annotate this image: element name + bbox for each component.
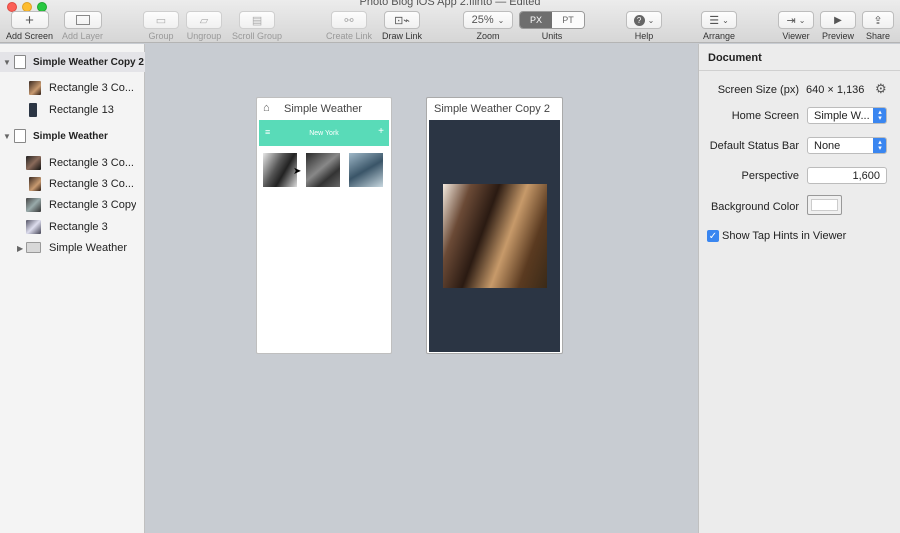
checkmark-icon: ✓ (708, 230, 718, 242)
photo-thumbnail[interactable] (349, 153, 383, 187)
background-color-label: Background Color (710, 201, 799, 213)
scroll-group-button[interactable]: ▤ Scroll Group (232, 11, 282, 41)
units-pt-button[interactable]: PT (552, 12, 584, 28)
folder-icon (26, 242, 41, 253)
status-bar-select[interactable]: None ▴ ▾ (807, 137, 887, 154)
screen-icon (14, 129, 26, 143)
layer-item[interactable]: Rectangle 3 (0, 217, 145, 237)
disclosure-down-icon[interactable]: ▼ (3, 58, 11, 67)
layer-item[interactable]: Rectangle 3 Co... (0, 153, 145, 173)
layer-item[interactable]: Rectangle 13 (0, 100, 145, 120)
viewer-icon: ⇥ (786, 14, 796, 27)
show-tap-hints-label: Show Tap Hints in Viewer (722, 230, 847, 242)
image-thumbnail-icon (29, 177, 41, 191)
screen-size-value: 640 × 1,136 (806, 84, 865, 96)
artboard-simple-weather-copy-2[interactable]: Simple Weather Copy 2 (426, 97, 563, 354)
share-icon: ⇪ (873, 14, 883, 27)
layer-item[interactable]: Rectangle 3 Copy (0, 195, 145, 215)
share-button[interactable]: ⇪ Share (862, 11, 894, 41)
open-folder-icon: ▱ (199, 14, 209, 27)
folder-icon: ▭ (155, 14, 167, 27)
dark-background-rectangle[interactable] (429, 120, 560, 352)
zoom-value: 25% (471, 14, 494, 26)
zoom-control[interactable]: 25% ⌄ Zoom (463, 11, 513, 41)
popup-arrows-icon: ▴ ▾ (873, 108, 886, 123)
home-icon: ⌂ (263, 102, 270, 114)
arrange-icon: ☰ (709, 14, 720, 27)
add-screen-button[interactable]: + Add Screen (6, 11, 53, 41)
plus-icon: + (25, 11, 34, 29)
home-screen-select[interactable]: Simple W... ▴ ▾ (807, 107, 887, 124)
viewer-button[interactable]: ⇥ ⌄ Viewer (778, 11, 814, 41)
nav-title: New York (309, 129, 339, 137)
arrange-button[interactable]: ☰ ⌄ Arrange (701, 11, 737, 41)
layer-folder[interactable]: ▶ Simple Weather (0, 238, 145, 258)
toolbar: Photo Blog iOS App 2.flinto — Edited + A… (0, 0, 900, 43)
show-tap-hints-checkbox[interactable]: ✓ (707, 230, 719, 242)
create-link-button[interactable]: ⚯ Create Link (326, 11, 372, 41)
hamburger-icon: ≡ (265, 127, 271, 137)
rectangle-thumbnail-icon (29, 103, 37, 117)
units-px-button[interactable]: PX (520, 12, 552, 28)
mouse-cursor-icon: ➤ (293, 166, 302, 177)
photo-thumbnail[interactable] (263, 153, 297, 187)
help-button[interactable]: ? ⌄ Help (626, 11, 662, 41)
play-icon: ▶ (834, 14, 842, 26)
popup-arrows-icon: ▴ ▾ (873, 138, 886, 153)
layer-item[interactable]: Rectangle 3 Co... (0, 78, 145, 98)
photo-thumbnail[interactable] (306, 153, 340, 187)
chevron-down-icon: ⌄ (798, 15, 806, 25)
chevron-down-icon: ⌄ (647, 15, 655, 25)
units-control: PX PT Units (519, 11, 585, 41)
link-icon: ⚯ (344, 14, 354, 27)
perspective-label: Perspective (741, 170, 799, 182)
image-thumbnail-icon (29, 81, 41, 95)
gear-icon[interactable]: ⚙ (875, 81, 887, 97)
group-button[interactable]: ▭ Group (143, 11, 179, 41)
portrait-image[interactable] (443, 184, 547, 288)
window-title: Photo Blog iOS App 2.flinto — Edited (359, 0, 541, 8)
image-thumbnail-icon (26, 198, 41, 212)
disclosure-down-icon[interactable]: ▼ (3, 132, 11, 141)
layer-rect-icon (75, 15, 90, 25)
artboard-simple-weather[interactable]: ⌂ Simple Weather ≡ New York + ➤ (256, 97, 392, 354)
layers-panel: ▼ Simple Weather Copy 2 Rectangle 3 Co..… (0, 44, 145, 533)
canvas[interactable]: ⌂ Simple Weather ≡ New York + ➤ Simple W… (145, 44, 698, 533)
add-layer-button[interactable]: Add Layer (62, 11, 103, 41)
perspective-input[interactable]: 1,600 (807, 167, 887, 184)
layer-item[interactable]: Rectangle 3 Co... (0, 174, 145, 194)
layer-screen-simple-weather[interactable]: ▼ Simple Weather (0, 126, 145, 146)
screen-size-label: Screen Size (px) (717, 84, 799, 96)
inspector-panel: Document Screen Size (px) 640 × 1,136 ⚙ … (698, 44, 900, 533)
chevron-down-icon: ⌄ (722, 15, 729, 25)
layer-screen-simple-weather-copy-2[interactable]: ▼ Simple Weather Copy 2 (0, 52, 145, 72)
status-bar-label: Default Status Bar (709, 140, 799, 152)
draw-link-button[interactable]: ⊡⌁ Draw Link (382, 11, 422, 41)
chevron-down-icon: ⌄ (497, 15, 505, 25)
draw-link-icon: ⊡⌁ (394, 14, 410, 27)
ungroup-button[interactable]: ▱ Ungroup (186, 11, 222, 41)
nav-bar: ≡ New York + (259, 120, 389, 146)
question-icon: ? (633, 14, 645, 26)
scroll-group-icon: ▤ (251, 14, 263, 27)
screen-icon (14, 55, 26, 69)
disclosure-right-icon[interactable]: ▶ (17, 244, 23, 253)
image-thumbnail-icon (26, 156, 41, 170)
preview-button[interactable]: ▶ Preview (820, 11, 856, 41)
image-thumbnail-icon (26, 220, 41, 234)
home-screen-label: Home Screen (731, 110, 799, 122)
plus-icon: + (378, 126, 384, 137)
inspector-header: Document (699, 44, 900, 71)
background-color-swatch[interactable] (807, 195, 842, 215)
